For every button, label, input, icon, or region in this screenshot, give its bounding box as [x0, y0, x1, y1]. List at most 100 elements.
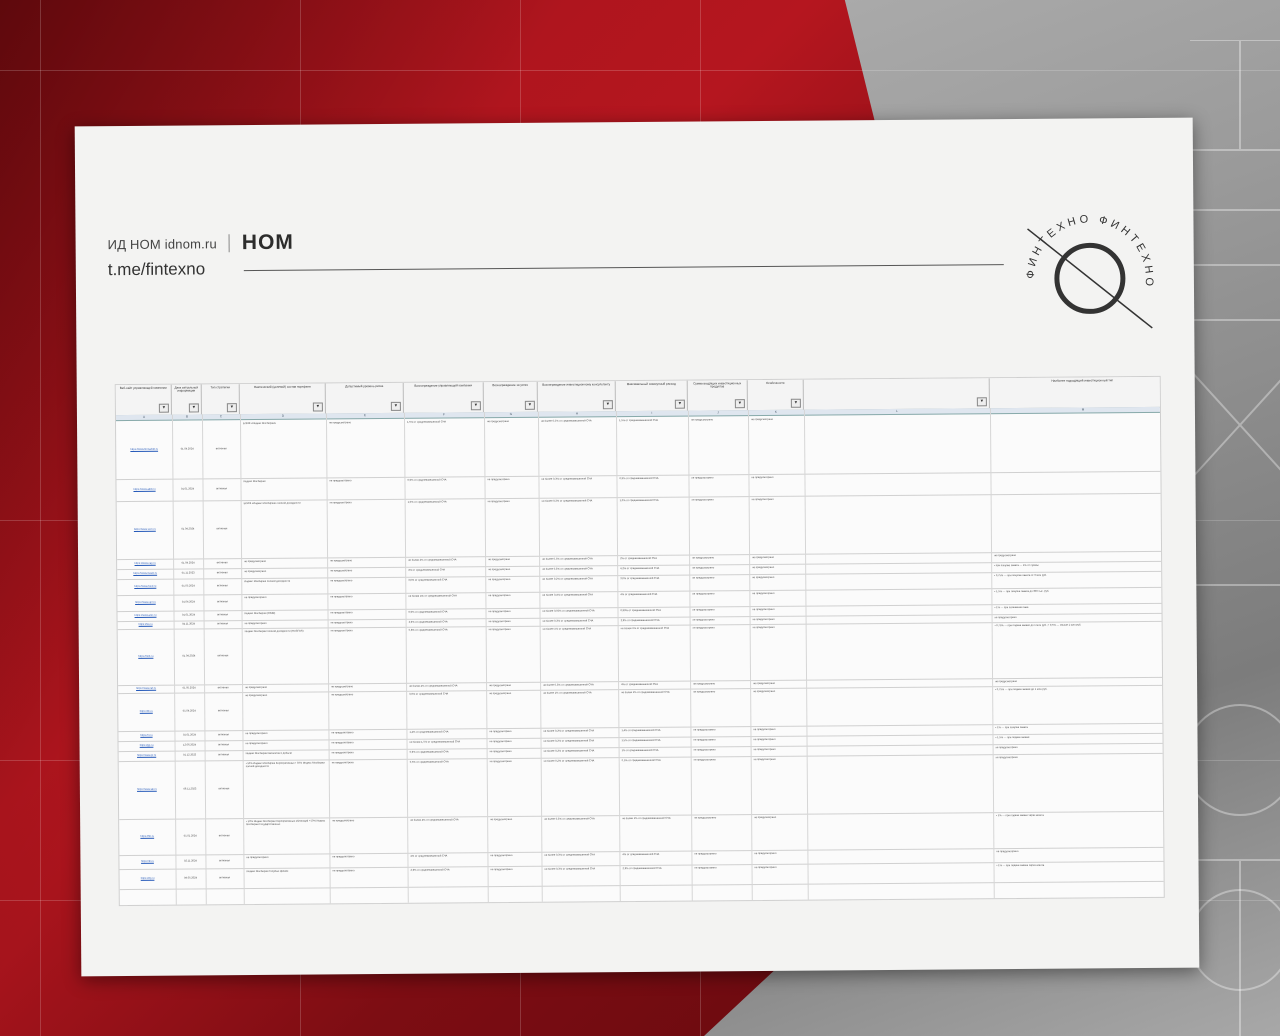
table-cell: • 50% Индекс Мосбиржи Корпоративных • 50…: [245, 761, 325, 769]
channel-link[interactable]: t.me/fintexno: [108, 259, 205, 280]
column-header-label: Вознаграждение инвестиционному консульта…: [542, 382, 611, 387]
filter-dropdown-icon[interactable]: ▾: [390, 401, 401, 411]
table-cell: не предусмотрено: [694, 866, 717, 870]
table-cell: 04.05.2024: [184, 876, 198, 880]
filter-dropdown-icon[interactable]: ▾: [524, 400, 535, 410]
table-cell: не предусмотрено: [489, 749, 512, 754]
table-cell: 0,9% от средневзвешенной СЧА: [408, 610, 448, 614]
filter-dropdown-icon[interactable]: ▾: [470, 401, 481, 411]
publisher-label: ИД НОМ idnom.ru: [107, 235, 217, 252]
table-cell: 04.11.2024: [182, 622, 195, 626]
column-letter: A: [142, 414, 145, 419]
website-link[interactable]: https://dp.ru: [123, 877, 173, 894]
grid-line: [0, 70, 1280, 71]
table-cell: не предусмотрено: [330, 629, 353, 633]
table-cell: 0,8% от средневзвешенной СЧА: [408, 628, 448, 632]
column-header: Дата актуальной информации ▾: [171, 384, 202, 415]
table-cell: не предусмотрено: [752, 575, 775, 580]
table-cell: не более 0,3% от средневзвешенной СЧА: [544, 853, 596, 857]
table-cell: не предусмотрено: [752, 591, 775, 596]
table-cell: [994, 495, 1165, 551]
table-cell: 1,5% от средневзвешенной СЧА: [621, 738, 661, 743]
table-cell: 0,99% от средневзвешенной СЧА: [620, 608, 661, 613]
filter-dropdown-icon[interactable]: ▾: [188, 403, 199, 413]
table-cell: • 0,75% — при покупке пакета от 3 млн ру…: [994, 573, 1047, 578]
table-cell: не предусмотрено: [331, 693, 354, 697]
table-cell: не предусмотрено: [994, 554, 1017, 558]
column-letter: E: [363, 413, 366, 418]
table-cell: 1% от средневзвешенной СЧА: [621, 748, 659, 753]
table-cell: не более 0,3% от средневзвешенной СЧА: [543, 683, 594, 687]
table-cell: [993, 473, 1164, 493]
filter-dropdown-icon[interactable]: ▾: [312, 402, 323, 412]
column-header-label: Веб-сайт управляющей компании: [119, 385, 167, 391]
table-cell: не более 1% от средневзвешенной СЧА: [543, 691, 592, 695]
column-header-label: Тип стратегии: [210, 385, 230, 390]
table-cell: не более 0,2% от средневзвешенной СЧА: [542, 577, 593, 581]
table-cell: 1,4% от средневзвешенной СЧА: [409, 730, 449, 734]
table-cell: не более 0,3% от средневзвешенной СЧА: [544, 867, 596, 871]
table-cell: 2% от средневзвешенной СЧА: [620, 556, 657, 561]
column-header-label: Сумма входящих инвестиционных продуктов: [693, 381, 742, 389]
header-rule: [243, 264, 1004, 272]
column-header: Допустимый уровень риска ▾: [325, 382, 404, 414]
table-cell: не предусмотрено: [331, 731, 354, 735]
column-letter: D: [281, 413, 285, 418]
website-link[interactable]: https://iss.ru: [121, 623, 171, 628]
brand-divider: [228, 234, 230, 253]
filter-dropdown-icon[interactable]: ▾: [602, 400, 613, 410]
table-cell: не предусмотрено: [691, 476, 714, 480]
column-header-label: Вознаграждение управляющей компании: [414, 383, 473, 388]
filter-dropdown-icon[interactable]: ▾: [226, 403, 237, 413]
column-letter: K: [774, 409, 777, 414]
filter-dropdown-icon[interactable]: ▾: [1162, 395, 1165, 405]
table-cell: не предусмотрено: [488, 619, 511, 624]
table-cell: 1,0% от средневзвешенной СЧА: [407, 500, 447, 504]
table-cell: не более 0,05% от средневзвешенной СЧА: [542, 609, 595, 613]
table-cell: 4,2% от средневзвешенной СЧА: [620, 566, 660, 571]
table-cell: не предусмотрено: [692, 626, 715, 630]
column-header: Фактический (целевой) состав портфеля ▾: [239, 383, 326, 415]
table-cell: не предусмотрено: [245, 685, 268, 690]
filter-dropdown-icon[interactable]: ▾: [674, 399, 685, 409]
column-header: Вознаграждение за успех ▾: [483, 381, 538, 413]
table-cell: не предусмотрено: [753, 689, 776, 694]
table-cell: не предусмотрено: [487, 477, 510, 482]
spreadsheet[interactable]: Веб-сайт управляющей компании ▾ Дата актуа…: [114, 375, 1165, 907]
table-cell: не предусмотрено: [489, 691, 512, 696]
table-cell: Индекс Мосбиржи Голубых фишек: [246, 869, 289, 874]
table-cell: не предусмотрено: [995, 756, 1018, 760]
table-cell: не более 0,3% от средневзвешенной СЧА: [542, 567, 593, 571]
filter-dropdown-icon[interactable]: ▾: [976, 397, 987, 407]
column-header: Тип стратегии ▾: [201, 384, 240, 415]
table-cell: не предусмотрено: [752, 555, 775, 560]
table-cell: не предусмотрено: [691, 498, 714, 502]
table-cell: 2,9% от средневзвешенной СЧА: [620, 618, 660, 623]
column-letter: C: [219, 414, 223, 419]
table-cell: активная: [217, 686, 229, 690]
table-cell: не предусмотрено: [486, 420, 510, 424]
table-cell: 4% от средневзвешенной СЧА: [620, 592, 658, 597]
table-cell: не более 2% от средневзвешенной СЧА: [408, 558, 457, 562]
table-cell: 4% от средневзвешенной СЧА: [410, 854, 448, 858]
filter-dropdown-icon[interactable]: ▾: [734, 399, 745, 409]
column-header: Особенности ▾: [747, 379, 804, 411]
table-cell: не предусмотрено: [750, 417, 774, 422]
table-cell: не предусмотрено: [490, 867, 513, 872]
table-cell: не предусмотрено: [692, 556, 715, 560]
table-cell: не предусмотрено: [331, 685, 354, 689]
table-cell: не более 0,5% от средневзвешенной СЧА: [540, 419, 592, 423]
table-cell: Индекс Мосбиржи полной доходности: [244, 579, 291, 584]
table-cell: не предусмотрено: [245, 741, 268, 746]
website-link[interactable]: https://www.ref.ru: [121, 687, 171, 692]
filter-dropdown-icon[interactable]: ▾: [158, 403, 169, 413]
column-header: Максимальный совокупный расход ▾: [615, 380, 688, 412]
table-cell: [993, 415, 1165, 471]
table-cell: не предусмотрено: [754, 851, 777, 856]
table-cell: 3,0% от средневзвешенной СЧА: [409, 692, 449, 696]
table-cell: не предусмотрено: [692, 608, 715, 612]
filter-dropdown-icon[interactable]: ▾: [790, 398, 801, 408]
column-letter: F: [443, 412, 445, 417]
table-cell: • 1% — при подаче заявки через агента: [996, 813, 1044, 818]
fintexno-emblem: ФИНТЕХНО ФИНТЕХНО: [1024, 213, 1155, 329]
